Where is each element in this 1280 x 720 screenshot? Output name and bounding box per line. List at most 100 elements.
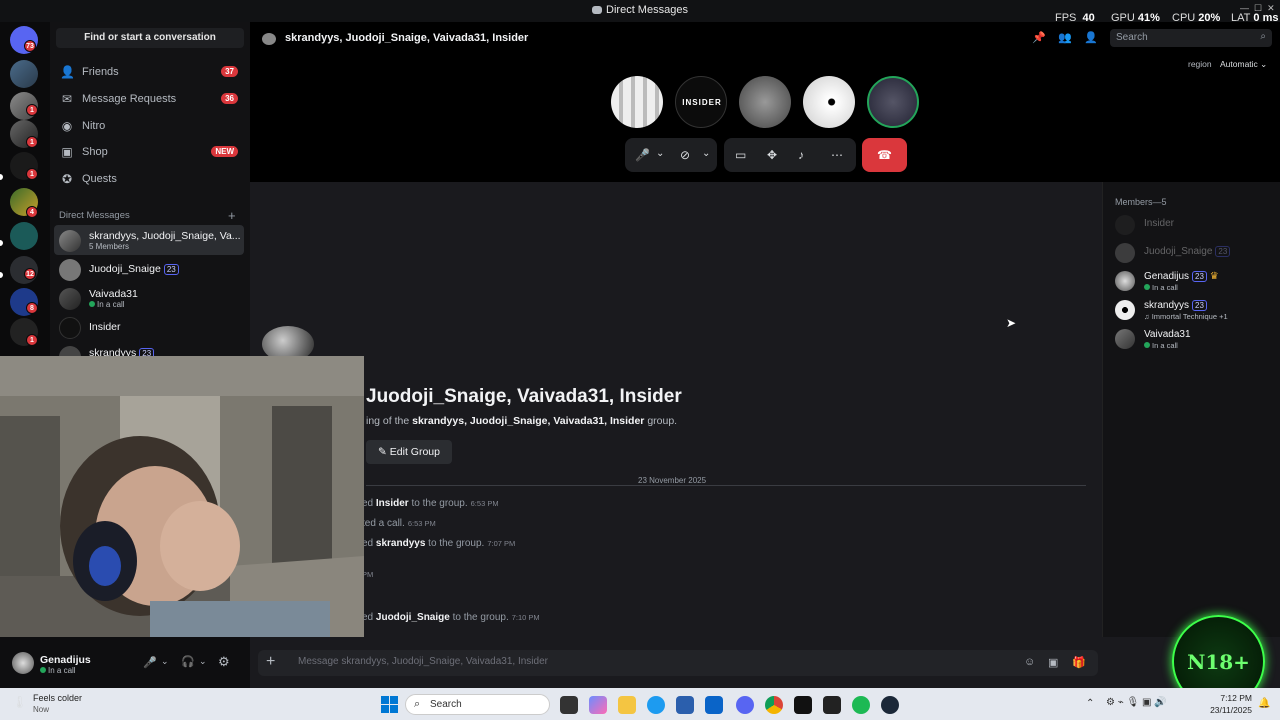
call-participant-avatar[interactable] [611, 76, 663, 128]
nav-message-requests[interactable]: ✉ Message Requests 36 [56, 87, 244, 111]
avatar [59, 259, 81, 281]
member-item[interactable]: Juodoji_Snaige 23 [1115, 241, 1275, 267]
chevron-down-icon[interactable]: ⌄ [161, 656, 169, 667]
message-input[interactable]: Message skrandyys, Juodoji_Snaige, Vaiva… [298, 656, 998, 667]
weather-icon[interactable]: 🌡 [12, 695, 27, 709]
dm-item-group[interactable]: skrandyys, Juodoji_Snaige, Va... 5 Membe… [54, 225, 244, 255]
microphone-icon[interactable]: 🎤 [635, 148, 650, 162]
region-select[interactable]: Automatic ⌄ [1220, 59, 1267, 70]
avatar [1115, 329, 1135, 349]
dm-item-insider[interactable]: Insider [54, 312, 244, 342]
task-view-icon[interactable] [560, 696, 578, 714]
copilot-icon[interactable] [589, 696, 607, 714]
phone-icon [89, 301, 95, 307]
phone-icon [1144, 284, 1150, 290]
webcam-overlay [0, 356, 364, 637]
channel-title: skrandyys, Juodoji_Snaige, Vaivada31, In… [285, 32, 529, 44]
system-message: ed Insider to the group. 6:53 PM [362, 498, 499, 509]
avatar [1115, 243, 1135, 263]
screen-share-icon[interactable]: ▭ [735, 148, 746, 162]
search-icon: ⌕ [414, 698, 421, 710]
edit-group-button[interactable]: ✎ Edit Group [366, 440, 452, 464]
server-badge: 1 [26, 168, 38, 180]
mail-icon: ✉ [61, 92, 73, 106]
camera-off-icon[interactable]: ⊘ [680, 148, 690, 162]
call-participant-avatar[interactable]: INSIDER [675, 76, 727, 128]
server-icon[interactable] [10, 60, 38, 88]
attach-plus-icon[interactable]: + [266, 653, 275, 671]
spotify-icon[interactable] [852, 696, 870, 714]
app-icon[interactable] [823, 696, 841, 714]
dm-item-skrandyys[interactable]: skrandyys 23 [54, 341, 244, 357]
group-title: Juodoji_Snaige, Vaivada31, Insider [366, 386, 682, 407]
call-participant-avatar[interactable] [803, 76, 855, 128]
chevron-down-icon[interactable]: ⌄ [199, 656, 207, 667]
clock-date[interactable]: 23/11/2025 [1205, 705, 1252, 715]
chevron-down-icon[interactable]: ⌄ [656, 148, 664, 159]
date-divider [366, 478, 1086, 486]
chevron-down-icon[interactable]: ⌄ [702, 148, 710, 159]
store-icon[interactable] [676, 696, 694, 714]
steam-icon[interactable] [881, 696, 899, 714]
discord-taskbar-icon[interactable] [736, 696, 754, 714]
taskbar-search[interactable]: ⌕ Search [405, 694, 550, 715]
music-icon: ♫ [1144, 312, 1150, 321]
find-conversation-button[interactable]: Find or start a conversation [56, 28, 244, 48]
member-item[interactable]: skrandyys 23 ♫ Immortal Technique +1 [1115, 298, 1275, 324]
gear-icon[interactable]: ⚙ [218, 654, 230, 670]
n18-badge-text: N18+ [1187, 650, 1250, 674]
gift-icon[interactable]: 🎁 [1072, 656, 1086, 669]
discord-icon [592, 6, 603, 14]
dm-item-juodoji[interactable]: Juodoji_Snaige 23 [54, 254, 244, 284]
nav-friends[interactable]: 👤 Friends 37 [56, 60, 244, 84]
server-badge: 12 [24, 268, 36, 280]
member-item[interactable]: Genadijus 23 ♛ In a call [1115, 269, 1275, 295]
username: Genadijus [40, 654, 91, 666]
app-icon[interactable] [794, 696, 812, 714]
chrome-icon[interactable] [765, 696, 783, 714]
members-list-icon[interactable]: 👤 [1084, 31, 1098, 44]
audio-controls: 🎤 ⌄ ⊘ ⌄ [625, 138, 717, 172]
chat-area [250, 182, 1102, 637]
edge-icon[interactable] [647, 696, 665, 714]
nav-nitro[interactable]: ◉ Nitro [56, 114, 244, 138]
weather-text[interactable]: Feels colder [33, 693, 82, 703]
headphones-icon[interactable]: 🎧 [181, 655, 195, 668]
nav-quests[interactable]: ✪ Quests [56, 167, 244, 191]
outlook-icon[interactable] [705, 696, 723, 714]
tray-chevron-icon[interactable]: ⌃ [1086, 698, 1094, 709]
webcam-image [0, 356, 364, 637]
hang-up-button[interactable]: ☎ [862, 138, 907, 172]
nav-shop[interactable]: ▣ Shop NEW [56, 140, 244, 164]
clock-time[interactable]: 7:12 PM [1214, 693, 1252, 703]
notification-icon[interactable]: 🔔 [1258, 698, 1270, 709]
windows-start-icon[interactable] [381, 696, 398, 713]
tray-icons[interactable]: ⚙ ⌁ 🎙 ▣ 🔊 [1106, 697, 1167, 708]
requests-count-badge: 36 [221, 93, 238, 104]
microphone-icon[interactable]: 🎤 [143, 656, 157, 669]
avatar[interactable] [12, 652, 34, 674]
activities-icon[interactable]: ✥ [767, 148, 777, 162]
date-divider-label: 23 November 2025 [632, 476, 713, 485]
unread-pill [0, 174, 3, 180]
file-explorer-icon[interactable] [618, 696, 636, 714]
window-controls[interactable]: — ☐ ✕ [1240, 3, 1275, 14]
dm-item-vaivada[interactable]: Vaivada31 In a call [54, 283, 244, 313]
group-avatar [59, 230, 81, 252]
emoji-icon[interactable]: ☺ [1024, 656, 1035, 668]
gif-icon[interactable]: ▣ [1048, 656, 1058, 669]
member-item[interactable]: Insider [1115, 213, 1275, 239]
add-friend-icon[interactable]: 👥 [1058, 31, 1072, 44]
create-dm-plus-icon[interactable]: + [228, 208, 236, 223]
call-participant-avatar[interactable] [739, 76, 791, 128]
avatar [1115, 215, 1135, 235]
speaking-participant-avatar[interactable] [867, 76, 919, 128]
member-item[interactable]: Vaivada31 In a call [1115, 327, 1275, 353]
server-icon[interactable] [10, 222, 38, 250]
boost-badge: 23 [1192, 271, 1207, 282]
pin-icon[interactable]: 📌 [1032, 31, 1046, 44]
soundboard-icon[interactable]: ♪ [798, 148, 804, 162]
more-options-icon[interactable]: ⋯ [831, 148, 843, 162]
user-status: In a call [40, 666, 76, 675]
search-input[interactable]: Search ⌕ [1110, 29, 1272, 47]
